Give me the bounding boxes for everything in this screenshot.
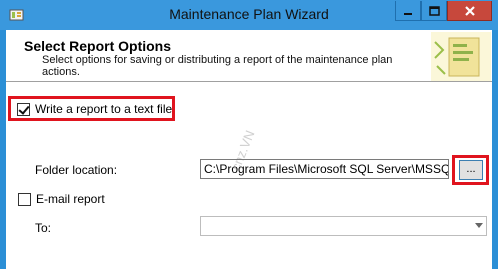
- maximize-button[interactable]: [421, 1, 447, 21]
- close-icon: [464, 5, 475, 16]
- wizard-header: Select Report Options Select options for…: [6, 30, 492, 82]
- page-title: Select Report Options: [24, 38, 172, 54]
- maintenance-plan-wizard-window: Maintenance Plan Wizard Select Report Op…: [0, 0, 498, 269]
- wizard-client-area: Select Report Options Select options for…: [6, 30, 492, 269]
- browse-folder-button[interactable]: ...: [459, 160, 483, 180]
- wizard-banner-art: [431, 32, 491, 81]
- email-report-option[interactable]: E-mail report: [18, 192, 105, 206]
- close-button[interactable]: [447, 1, 492, 21]
- minimize-icon: [404, 12, 412, 15]
- chevron-down-icon: [475, 223, 483, 228]
- write-report-label: Write a report to a text file: [35, 102, 173, 116]
- maximize-icon: [428, 5, 440, 16]
- title-bar[interactable]: Maintenance Plan Wizard: [0, 0, 498, 30]
- email-report-label: E-mail report: [36, 192, 105, 206]
- folder-location-label: Folder location:: [35, 163, 118, 177]
- wizard-body: Write a report to a text file Folder loc…: [6, 83, 492, 269]
- page-description: Select options for saving or distributin…: [42, 54, 393, 78]
- to-label: To:: [35, 221, 52, 235]
- write-report-option[interactable]: Write a report to a text file: [17, 102, 172, 116]
- email-report-checkbox[interactable]: [18, 192, 31, 206]
- to-operator-combobox[interactable]: [200, 216, 487, 236]
- write-report-checkbox[interactable]: [17, 102, 30, 116]
- minimize-button[interactable]: [395, 1, 421, 21]
